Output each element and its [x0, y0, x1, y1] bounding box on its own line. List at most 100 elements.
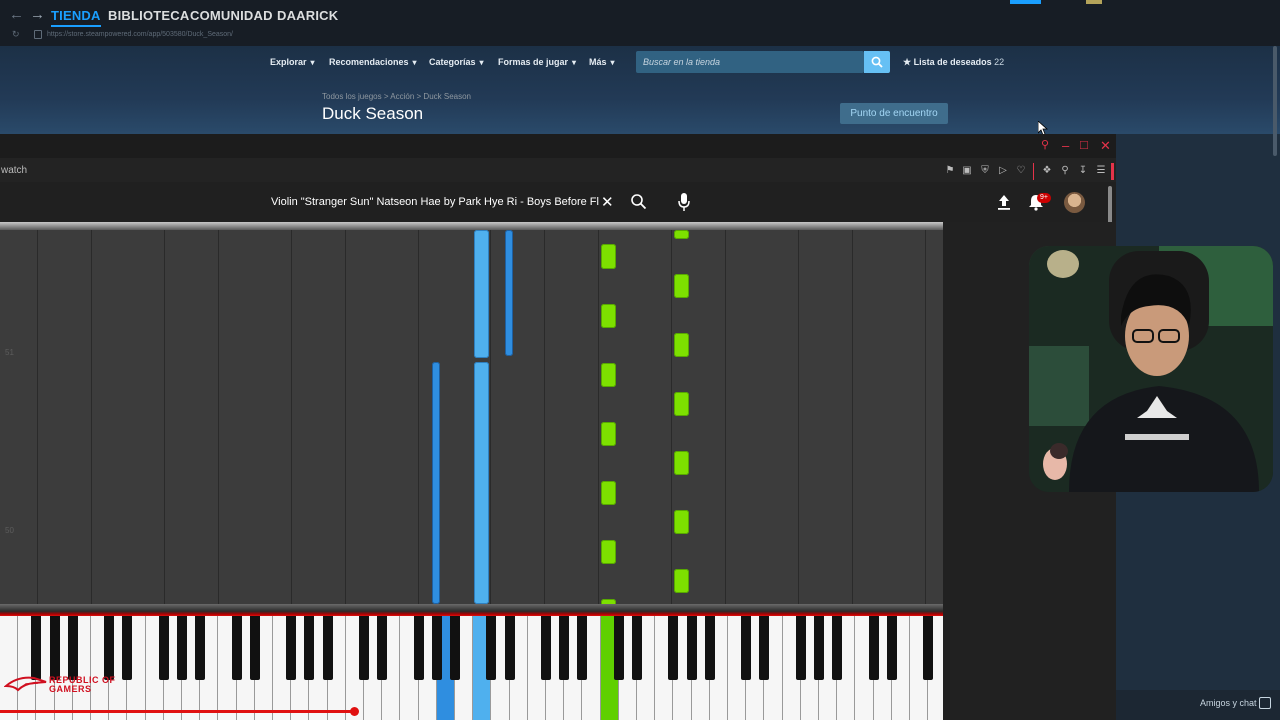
piano-black-key	[559, 616, 570, 680]
refresh-icon[interactable]: ↻	[12, 29, 20, 40]
keyboard-top-felt	[0, 604, 943, 616]
piano-black-key	[504, 616, 515, 680]
piano-black-key	[249, 616, 260, 680]
pin-icon[interactable]: ⚑	[944, 165, 956, 177]
menu-user[interactable]: DAARICK	[277, 8, 338, 23]
piano-black-key	[177, 616, 187, 680]
extensions-icon[interactable]: ❖	[1041, 165, 1053, 177]
store-nav-categorias[interactable]: Categorías ▾	[429, 57, 484, 67]
heart-icon[interactable]: ♡	[1015, 165, 1027, 177]
piano-black-key	[359, 616, 369, 680]
piano-black-key	[158, 616, 169, 680]
note-bar	[432, 362, 440, 604]
progress-scrubber[interactable]	[350, 707, 359, 716]
search-icon[interactable]	[630, 193, 648, 211]
note-bar	[601, 304, 616, 328]
video-top-border	[0, 222, 943, 230]
piano-black-key	[122, 616, 133, 680]
menu-icon[interactable]: ☰	[1095, 165, 1107, 177]
minimize-icon[interactable]: –	[1062, 138, 1069, 153]
note-bar	[601, 244, 616, 269]
url-bar[interactable]: https://store.steampowered.com/app/50358…	[47, 31, 233, 38]
note-bar	[601, 422, 616, 446]
lock-icon[interactable]: ⚲	[1059, 165, 1071, 177]
piano-black-key	[413, 616, 424, 680]
download-icon[interactable]: ↧	[1077, 165, 1089, 177]
note-bar	[601, 363, 616, 387]
avatar[interactable]	[1064, 192, 1085, 213]
maximize-icon[interactable]: □	[1080, 137, 1088, 152]
note-bar	[674, 510, 689, 534]
piano-black-key	[704, 616, 715, 680]
measure-number: 50	[5, 526, 14, 535]
page-scrollbar[interactable]	[1273, 46, 1277, 156]
store-nav-explorar[interactable]: Explorar ▾	[270, 57, 315, 67]
measure-number: 51	[5, 348, 14, 357]
wishlist-count: 22	[994, 57, 1005, 67]
shield-icon[interactable]: ⛨	[979, 165, 991, 177]
piano-black-key	[668, 616, 679, 680]
store-search-button[interactable]	[864, 51, 890, 73]
microphone-icon[interactable]	[677, 192, 691, 212]
piano-black-key	[377, 616, 388, 680]
piano-black-key	[231, 616, 242, 680]
piano-black-key	[286, 616, 297, 680]
piano-black-key	[304, 616, 315, 680]
top-right-button[interactable]	[1010, 0, 1041, 4]
steam-top-bar	[0, 0, 1280, 46]
search-icon[interactable]: ⚲	[1041, 138, 1049, 151]
wishlist-link[interactable]: ★ Lista de deseados 22	[903, 57, 1004, 68]
menu-biblioteca[interactable]: BIBLIOTECA	[108, 8, 189, 23]
note-bar	[505, 230, 513, 356]
close-icon[interactable]: ✕	[1100, 138, 1111, 154]
piano-black-key	[195, 616, 206, 680]
youtube-search-input[interactable]: Violin "Stranger Sun" Natseon Hae by Par…	[271, 196, 599, 208]
breadcrumb-item[interactable]: Acción	[390, 92, 414, 101]
piano-black-key	[613, 616, 624, 680]
forward-arrow-icon[interactable]: →	[30, 7, 45, 22]
toolbar-divider	[1033, 163, 1034, 180]
piano-black-key	[632, 616, 642, 680]
rog-watermark: REPUBLIC OF GAMERS	[49, 675, 116, 694]
piano-black-key	[431, 616, 442, 680]
piano-white-key	[0, 616, 19, 720]
store-nav-formas[interactable]: Formas de jugar ▾	[498, 57, 576, 67]
chat-icon[interactable]	[1259, 697, 1271, 709]
upload-icon[interactable]	[996, 193, 1012, 211]
store-nav-mas[interactable]: Más ▾	[589, 57, 615, 67]
piano-black-key	[741, 616, 752, 680]
game-title: Duck Season	[322, 104, 424, 123]
menu-tienda[interactable]: TIENDA	[51, 8, 101, 27]
breadcrumb-item[interactable]: Duck Season	[423, 92, 471, 101]
chevron-down-icon: ▾	[310, 58, 315, 67]
piano-black-key	[886, 616, 897, 680]
piano-black-key	[31, 616, 42, 680]
piano-keyboard	[0, 616, 943, 720]
community-hub-button[interactable]: Punto de encuentro	[840, 103, 948, 124]
video-progress-bar[interactable]	[0, 710, 355, 713]
store-nav-recomendaciones[interactable]: Recomendaciones ▾	[329, 57, 417, 67]
chevron-down-icon: ▾	[479, 58, 484, 67]
screenshot-icon[interactable]: ▣	[961, 165, 973, 177]
toolbar-accent	[1111, 163, 1114, 180]
chevron-down-icon: ▾	[572, 58, 577, 67]
piano-black-key	[832, 616, 843, 680]
lock-icon	[34, 30, 42, 39]
note-bar	[674, 274, 689, 298]
rog-logo-icon	[4, 676, 47, 692]
clear-icon[interactable]: ✕	[601, 193, 614, 211]
menu-comunidad[interactable]: COMUNIDAD	[190, 8, 273, 23]
piano-black-key	[486, 616, 497, 680]
streamer-webcam-image	[1029, 246, 1273, 492]
store-search-placeholder: Buscar en la tienda	[643, 57, 721, 67]
address-text[interactable]: watch	[1, 165, 27, 176]
search-icon	[871, 56, 883, 68]
note-bar	[601, 481, 616, 505]
breadcrumb-item[interactable]: Todos los juegos	[322, 92, 382, 101]
play-icon[interactable]: ▷	[997, 165, 1009, 177]
top-right-avatar[interactable]	[1086, 0, 1102, 4]
back-arrow-icon[interactable]: ←	[9, 7, 24, 22]
note-bar	[674, 333, 689, 357]
friends-chat-button[interactable]: Amigos y chat	[1200, 698, 1257, 708]
piano-black-key	[923, 616, 934, 680]
